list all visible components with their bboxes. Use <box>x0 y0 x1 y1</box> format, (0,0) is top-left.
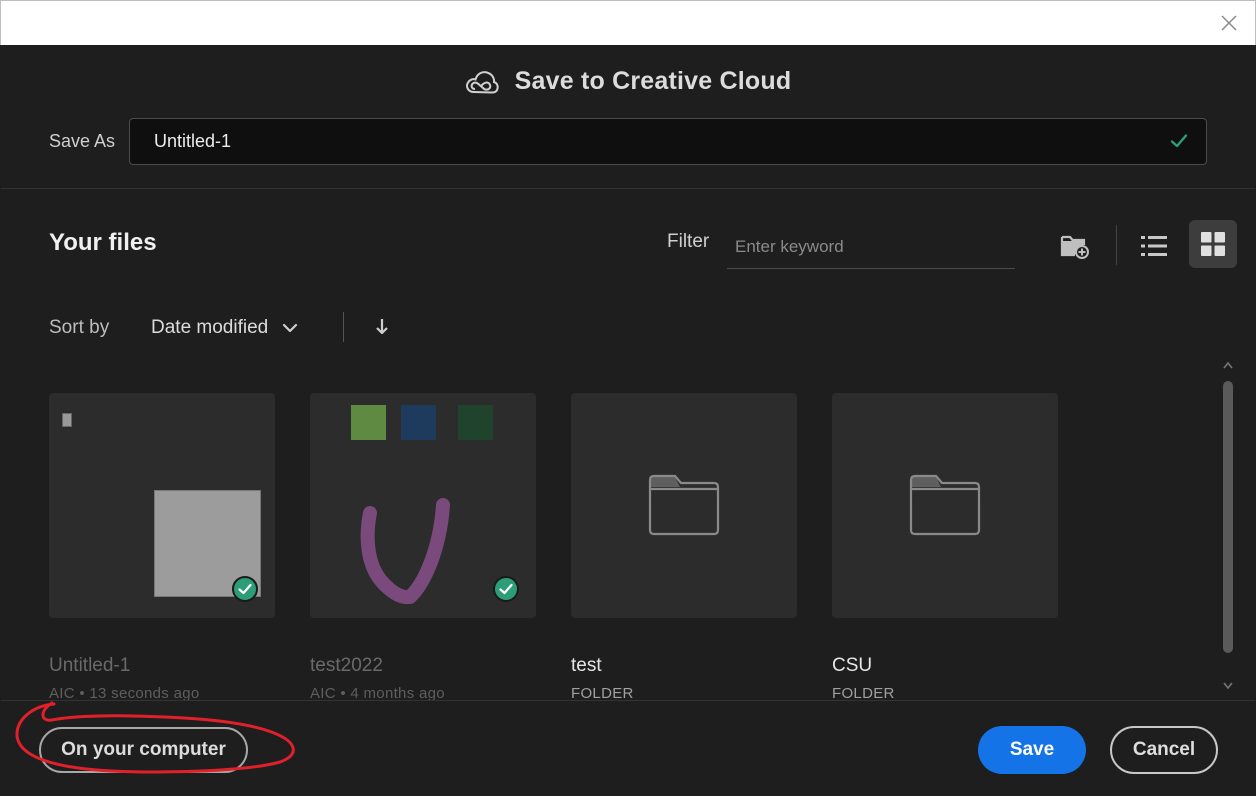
folder-meta: FOLDER <box>571 685 634 700</box>
scrollbar-thumb[interactable] <box>1223 381 1233 653</box>
new-folder-icon <box>1060 235 1089 259</box>
folder-thumbnail[interactable] <box>832 393 1058 618</box>
files-heading: Your files <box>49 229 157 256</box>
folder-icon <box>909 474 981 536</box>
files-scrollbar[interactable] <box>1220 357 1236 697</box>
file-name: test2022 <box>310 655 383 676</box>
cancel-button[interactable]: Cancel <box>1110 726 1218 774</box>
folder-name: test <box>571 655 602 676</box>
file-thumbnail[interactable] <box>310 393 536 618</box>
save-as-label: Save As <box>49 131 116 151</box>
toolbar-divider <box>1116 225 1117 265</box>
save-dialog: Save to Creative Cloud Save As Your file… <box>1 45 1255 795</box>
file-meta: AIC • 13 seconds ago <box>49 685 200 700</box>
filter-field[interactable] <box>727 225 1015 269</box>
scroll-down-icon[interactable] <box>1223 682 1233 690</box>
synced-badge <box>493 576 519 602</box>
folder-thumbnail[interactable] <box>571 393 797 618</box>
file-card[interactable]: Untitled-1 AIC • 13 seconds ago <box>49 393 275 700</box>
file-name: Untitled-1 <box>49 655 131 676</box>
list-view-icon <box>1141 236 1167 256</box>
dialog-title-row: Save to Creative Cloud <box>1 67 1255 96</box>
grid-view-button[interactable] <box>1189 220 1237 268</box>
window-titlebar <box>0 0 1256 45</box>
grid-view-icon <box>1201 232 1225 256</box>
check-icon <box>499 583 513 595</box>
list-view-button[interactable] <box>1130 222 1178 270</box>
folder-icon <box>648 474 720 536</box>
file-name-field[interactable] <box>129 118 1207 165</box>
thumbnail-artwork <box>351 405 386 440</box>
check-icon <box>238 583 252 595</box>
thumbnail-artwork <box>360 498 450 605</box>
folder-card[interactable]: test FOLDER <box>571 393 797 700</box>
sort-divider <box>343 312 344 342</box>
filter-input[interactable] <box>727 225 1015 268</box>
check-icon <box>1170 134 1188 148</box>
file-name-input[interactable] <box>154 119 1134 164</box>
chevron-down-icon <box>283 323 298 333</box>
close-icon[interactable] <box>1219 13 1239 33</box>
file-card[interactable]: test2022 AIC • 4 months ago <box>310 393 536 700</box>
arrow-down-icon <box>376 319 388 335</box>
sort-label: Sort by <box>49 317 110 338</box>
save-button[interactable]: Save <box>978 726 1086 774</box>
dialog-header: Save to Creative Cloud Save As <box>1 45 1255 189</box>
creative-cloud-icon <box>465 70 499 94</box>
sort-dropdown[interactable]: Date modified <box>151 309 298 347</box>
thumbnail-artwork <box>401 405 436 440</box>
thumbnail-artwork <box>62 413 72 427</box>
dialog-title: Save to Creative Cloud <box>514 67 792 95</box>
sort-direction-button[interactable] <box>369 313 395 341</box>
filter-label: Filter <box>667 231 710 252</box>
folder-meta: FOLDER <box>832 685 895 700</box>
thumbnail-artwork <box>458 405 493 440</box>
on-your-computer-button[interactable]: On your computer <box>39 727 248 773</box>
folder-card[interactable]: CSU FOLDER <box>832 393 1058 700</box>
file-thumbnail[interactable] <box>49 393 275 618</box>
files-grid: Untitled-1 AIC • 13 seconds ago test2022… <box>1 375 1215 700</box>
dialog-footer: On your computer Save Cancel <box>1 700 1255 795</box>
sort-value: Date modified <box>151 317 269 338</box>
scroll-up-icon[interactable] <box>1223 361 1233 369</box>
file-meta: AIC • 4 months ago <box>310 685 445 700</box>
folder-name: CSU <box>832 655 873 676</box>
new-folder-button[interactable] <box>1051 222 1099 270</box>
synced-badge <box>232 576 258 602</box>
